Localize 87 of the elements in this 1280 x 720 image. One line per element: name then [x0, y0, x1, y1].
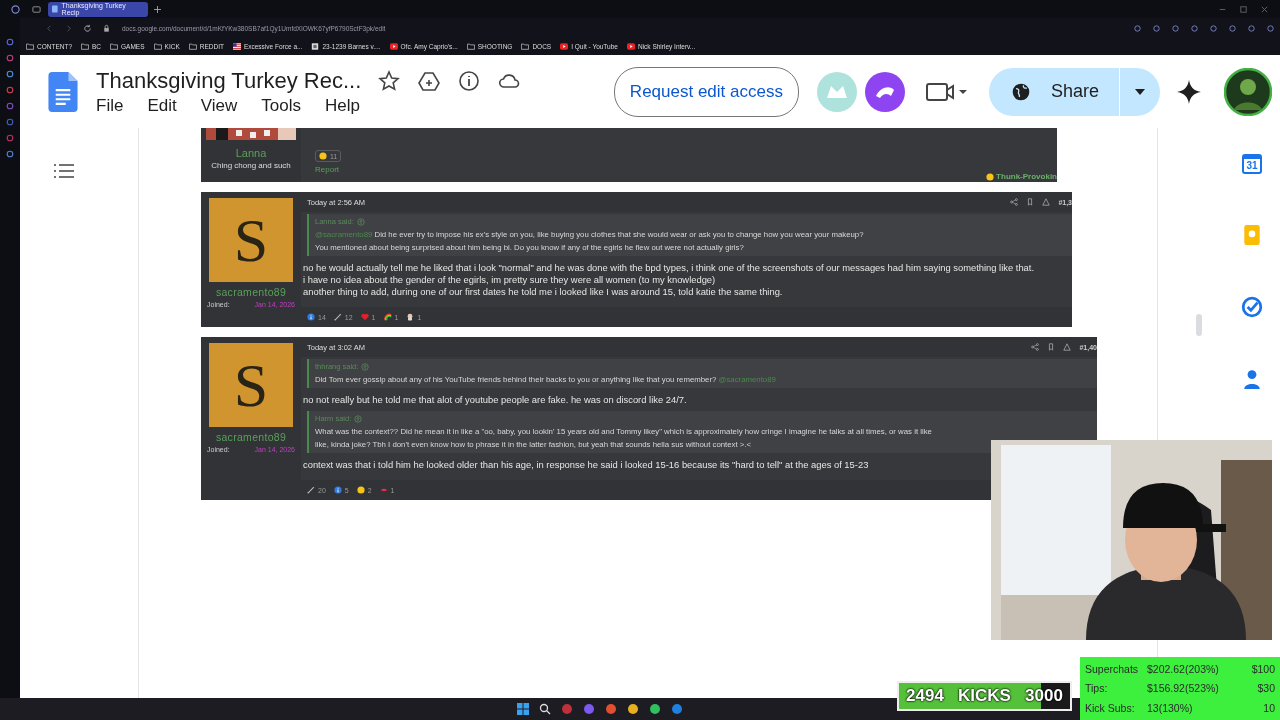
reload-icon[interactable] — [83, 23, 92, 33]
video-icon — [560, 43, 569, 50]
thinking-emoji-icon — [356, 486, 365, 494]
outline-icon[interactable] — [54, 164, 74, 178]
folder-icon — [26, 43, 34, 50]
share-icon[interactable] — [1010, 198, 1019, 206]
username[interactable]: sacramento89 — [215, 286, 287, 298]
menu-item[interactable]: View — [200, 95, 238, 116]
folder-icon — [153, 43, 162, 50]
rainbow-icon — [383, 313, 392, 321]
goal-label: Kick Subs: — [1085, 702, 1136, 715]
plus-icon — [154, 5, 161, 13]
figure-icon — [406, 313, 415, 321]
goal-amount: $156.92(523%) — [1147, 682, 1220, 695]
kicks-count: 2494 — [906, 686, 944, 706]
contacts-icon[interactable] — [1241, 368, 1263, 390]
app-icon[interactable] — [671, 703, 683, 715]
app-icon[interactable] — [605, 703, 617, 715]
folder-icon — [188, 43, 197, 50]
windows-icon[interactable] — [517, 703, 529, 715]
page-icon — [311, 43, 320, 50]
post-text: another thing to add, during one of our first dates he told me i looked like I was around 15, told katie the same thing. — [303, 286, 784, 297]
app-icon[interactable] — [627, 703, 639, 715]
goal-label: Superchats — [1085, 662, 1140, 675]
folder-icon — [110, 43, 119, 50]
report-link[interactable]: Report — [315, 165, 1057, 174]
docs-logo-icon[interactable] — [48, 71, 78, 112]
goal-amount: 13(130%) — [1147, 702, 1194, 715]
goal-amount: $202.62(203%) — [1147, 662, 1220, 675]
star-icon[interactable] — [377, 68, 402, 93]
request-edit-button[interactable]: Request edit access — [613, 66, 799, 117]
user-avatar[interactable]: S — [209, 198, 293, 282]
globe-icon — [1010, 81, 1031, 102]
share-icon[interactable] — [1031, 343, 1040, 351]
share-button[interactable]: Share — [988, 67, 1160, 116]
avatar-icon[interactable] — [864, 71, 905, 112]
folder-icon — [81, 43, 90, 50]
tabs-icon[interactable] — [32, 4, 41, 14]
goal-label: Tips: — [1085, 682, 1109, 695]
document-title[interactable]: Thanksgiving Turkey Rec... — [96, 67, 362, 94]
user-title: Ching chong and such — [211, 161, 291, 170]
lips-icon — [379, 486, 388, 494]
warning-icon[interactable] — [1063, 343, 1072, 351]
app-icon[interactable] — [649, 703, 661, 715]
info-icon — [307, 313, 315, 321]
lock-icon — [102, 23, 111, 33]
app-icon[interactable] — [583, 703, 595, 715]
info-icon — [333, 486, 342, 494]
goal-target: $30 — [1256, 682, 1275, 695]
caret-icon — [1134, 87, 1146, 96]
reaction-badge: Thunk-Provokin — [986, 172, 1057, 181]
bookmark-icon[interactable] — [1026, 198, 1035, 206]
menu-item[interactable]: File — [96, 95, 124, 116]
link-icon — [333, 313, 342, 321]
close-icon[interactable] — [1260, 4, 1269, 14]
flag-icon — [232, 43, 241, 50]
kicks-label: KICKS — [958, 686, 1011, 706]
link-icon — [307, 486, 315, 494]
post-text: no not really but he told me that alot of youtube people are fake. he was on discord like 24/7. — [303, 394, 688, 405]
post-text: i have no idea about the gender of the egirls, im pretty sure they were all women (to my knowledge) — [303, 274, 717, 285]
username[interactable]: sacramento89 — [215, 431, 287, 443]
post-text: context was that i told him he looked older than his age, in response he said i looked 15-16 because its "hard to tell" at the ages of 15-23 — [303, 459, 870, 470]
menu-item[interactable]: Tools — [261, 95, 301, 116]
folder-icon — [521, 43, 530, 50]
post-text: no he would actually tell me he liked that i look "normal" and he was done with the bpd types, i think one of the screenshots of our messages had him saying something like that. — [303, 262, 1036, 273]
folder-icon — [466, 43, 475, 50]
menu-item[interactable]: Help — [324, 95, 360, 116]
browser-logo-icon[interactable] — [11, 4, 20, 14]
video-icon — [389, 43, 398, 50]
video-icon — [626, 43, 635, 50]
username[interactable]: Lanna — [235, 147, 267, 159]
info-icon[interactable] — [457, 68, 482, 93]
user-avatar[interactable]: S — [209, 343, 293, 427]
tasks-icon[interactable] — [1241, 296, 1263, 318]
bookmark-icon[interactable] — [1047, 343, 1056, 351]
calendar-icon[interactable]: 31 — [1242, 154, 1262, 174]
thinking-emoji-icon — [319, 152, 327, 160]
menu-item[interactable]: Edit — [147, 95, 177, 116]
profile-avatar[interactable] — [1224, 67, 1272, 116]
warning-icon[interactable] — [1042, 198, 1051, 206]
scrollbar-thumb[interactable] — [1196, 314, 1202, 336]
search-icon[interactable] — [539, 703, 551, 715]
goal-target: $100 — [1250, 662, 1275, 675]
heart-icon — [360, 313, 369, 321]
maximize-icon[interactable] — [1239, 4, 1248, 14]
document-icon — [52, 5, 58, 13]
goal-target: 10 — [1262, 702, 1275, 715]
